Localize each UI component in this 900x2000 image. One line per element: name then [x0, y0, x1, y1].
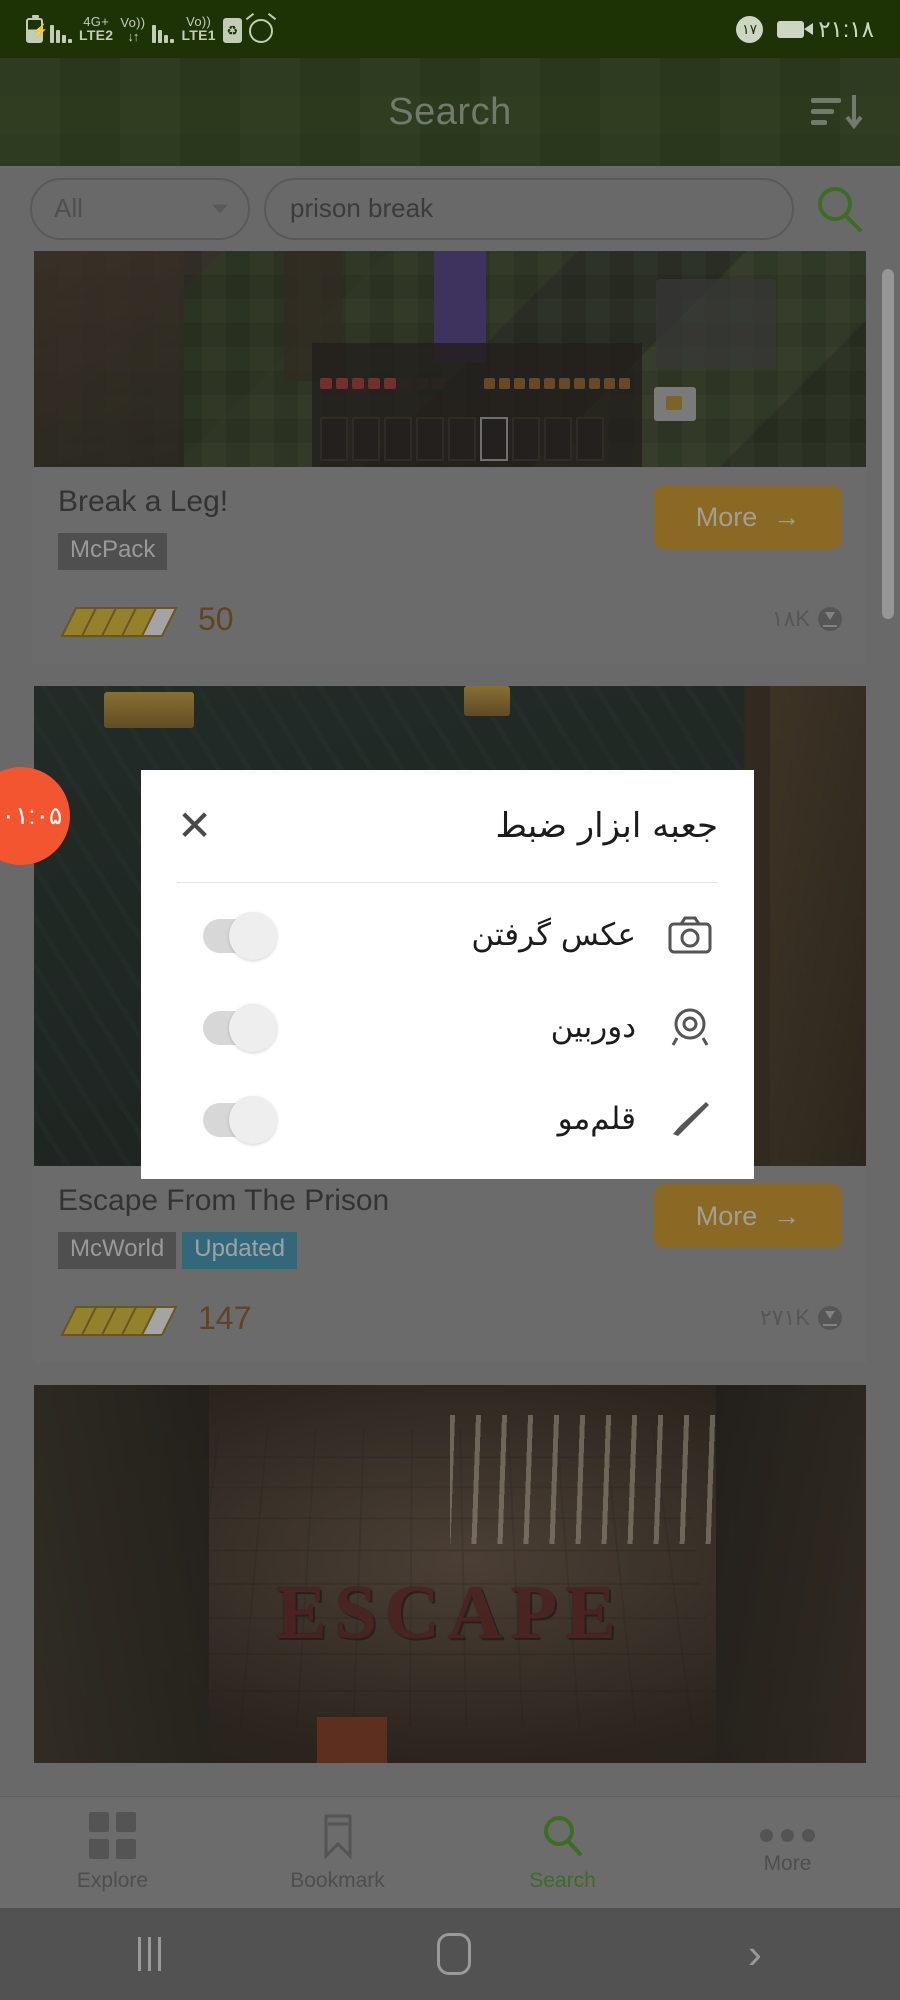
- recents-icon[interactable]: [138, 1937, 162, 1971]
- toolbox-row-camera[interactable]: دوربین: [141, 983, 754, 1071]
- grid-icon: [89, 1812, 136, 1859]
- arrow-right-icon: →: [773, 501, 801, 532]
- bookmark-icon: [324, 1814, 351, 1859]
- result-thumbnail[interactable]: [34, 251, 866, 467]
- dialog-rows: عکس گرفتن دوربین: [141, 883, 754, 1179]
- nav-item-bookmark[interactable]: Bookmark: [225, 1813, 450, 1893]
- download-icon: [818, 1306, 842, 1330]
- more-button-label: More: [695, 1200, 758, 1231]
- nav-label: Search: [529, 1868, 596, 1892]
- webcam-icon: [662, 1007, 718, 1047]
- page-title: Search: [388, 90, 512, 133]
- status-badge: McPack: [58, 533, 168, 570]
- nav-item-more[interactable]: More: [675, 1829, 900, 1876]
- gold-bars-icon: 147: [58, 1295, 251, 1341]
- more-button[interactable]: More →: [654, 1184, 842, 1248]
- download-count: ۱۸K: [772, 606, 842, 632]
- status-bar: ⚡ 4G+ LTE2 Vo)) ↓↑ Vo)) LTE1 ♻ ۱۷ ۲۱:۱۸: [0, 0, 900, 58]
- home-icon[interactable]: [437, 1933, 472, 1975]
- video-recording-icon: [777, 20, 814, 38]
- signal-bars-icon-2: [152, 19, 175, 44]
- toolbox-row-label: قلم‌مو: [557, 1101, 636, 1137]
- volte-label: Vo)): [120, 14, 146, 30]
- recording-timer-value: ۰۱:۰۵: [1, 802, 63, 830]
- search-input-value: prison break: [290, 193, 434, 223]
- alarm-icon: [248, 19, 273, 44]
- nav-item-explore[interactable]: Explore: [0, 1812, 225, 1893]
- arrow-right-icon: →: [773, 1200, 801, 1231]
- recording-toolbox-dialog: جعبه ابزار ضبط ✕ عکس گرفتن: [141, 770, 754, 1179]
- more-button[interactable]: More →: [654, 485, 842, 549]
- network-sim1: 4G+ LTE2: [79, 15, 113, 43]
- dialog-header: جعبه ابزار ضبط ✕: [141, 770, 754, 882]
- network-type-label: 4G+: [83, 13, 110, 29]
- close-icon[interactable]: ✕: [177, 805, 212, 847]
- search-input[interactable]: prison break: [264, 177, 794, 240]
- toolbox-row-label: عکس گرفتن: [471, 917, 636, 953]
- result-card-body: Escape From The Prison McWorld Updated M…: [34, 1166, 866, 1363]
- result-card[interactable]: Break a Leg! McPack More → 50 ۱۸K: [34, 251, 866, 664]
- toggle-brush[interactable]: [199, 1094, 291, 1144]
- status-badge: McWorld: [58, 1232, 177, 1269]
- download-count-value: ۱۸K: [771, 606, 810, 631]
- search-icon[interactable]: [808, 178, 870, 240]
- status-bar-right: ۱۷ ۲۱:۱۸: [736, 15, 874, 43]
- result-thumbnail[interactable]: ESCAPE: [34, 1385, 866, 1763]
- signal-bars-icon: [50, 19, 72, 44]
- gold-value: 50: [198, 600, 234, 637]
- toolbox-row-brush[interactable]: قلم‌مو: [141, 1075, 754, 1163]
- minecraft-escape-prison-screenshot: ESCAPE: [34, 1385, 866, 1763]
- result-meta: 50 ۱۸K: [58, 596, 842, 642]
- chevron-down-icon: [212, 204, 228, 213]
- toggle-screenshot[interactable]: [199, 910, 291, 960]
- result-card-body: Break a Leg! McPack More → 50 ۱۸K: [34, 467, 866, 664]
- category-dropdown[interactable]: All: [30, 177, 250, 240]
- brush-icon: [662, 1099, 718, 1139]
- thumbnail-overlay-text: ESCAPE: [276, 1571, 624, 1656]
- status-bar-left: ⚡ 4G+ LTE2 Vo)) ↓↑ Vo)) LTE1 ♻: [26, 15, 273, 44]
- nav-item-search[interactable]: Search: [450, 1813, 675, 1893]
- clock-label: ۲۱:۱۸: [818, 15, 874, 42]
- network-sim-label: LTE2: [79, 27, 114, 44]
- result-card[interactable]: ESCAPE: [34, 1385, 866, 1763]
- android-navigation-bar: ›: [0, 1908, 900, 2000]
- toolbox-row-screenshot[interactable]: عکس گرفتن: [141, 891, 754, 979]
- volte-label-2: Vo)): [186, 13, 212, 29]
- search-bar: All prison break: [0, 166, 900, 251]
- back-icon[interactable]: ›: [748, 1933, 762, 1975]
- search-icon: [543, 1815, 582, 1856]
- notification-count-badge: ۱۷: [736, 15, 764, 43]
- bottom-navigation: Explore Bookmark Search More: [0, 1796, 900, 1908]
- recycle-battery-icon: ♻: [222, 18, 242, 44]
- minecraft-grass-village-screenshot: [34, 251, 866, 467]
- result-meta: 147 ۲۷۱K: [58, 1295, 842, 1341]
- nav-label: More: [763, 1852, 812, 1875]
- volte-sim1: Vo)) ↓↑: [120, 16, 145, 43]
- app-bar: Search: [0, 58, 900, 166]
- nav-label: Explore: [76, 1869, 149, 1892]
- more-button-label: More: [695, 501, 758, 532]
- nav-label: Bookmark: [290, 1868, 385, 1892]
- battery-charging-icon: ⚡: [26, 15, 48, 44]
- network-sim-label-2: LTE1: [181, 27, 216, 44]
- gold-value: 147: [198, 1299, 252, 1336]
- category-dropdown-value: All: [54, 193, 83, 223]
- camera-icon: [662, 916, 718, 954]
- download-icon: [818, 607, 842, 631]
- updated-badge: Updated: [182, 1232, 297, 1269]
- ellipsis-icon: [760, 1829, 815, 1842]
- scrollbar[interactable]: [882, 269, 894, 619]
- sort-descending-icon[interactable]: [806, 88, 868, 136]
- download-count-value: ۲۷۱K: [759, 1305, 810, 1330]
- gold-bars-icon: 50: [58, 596, 234, 642]
- data-arrows-icon: ↓↑: [127, 28, 139, 44]
- toggle-camera[interactable]: [199, 1002, 291, 1052]
- toolbox-row-label: دوربین: [550, 1009, 636, 1045]
- network-sim2: Vo)) LTE1: [181, 15, 215, 43]
- download-count: ۲۷۱K: [760, 1305, 842, 1331]
- dialog-title: جعبه ابزار ضبط: [495, 806, 718, 846]
